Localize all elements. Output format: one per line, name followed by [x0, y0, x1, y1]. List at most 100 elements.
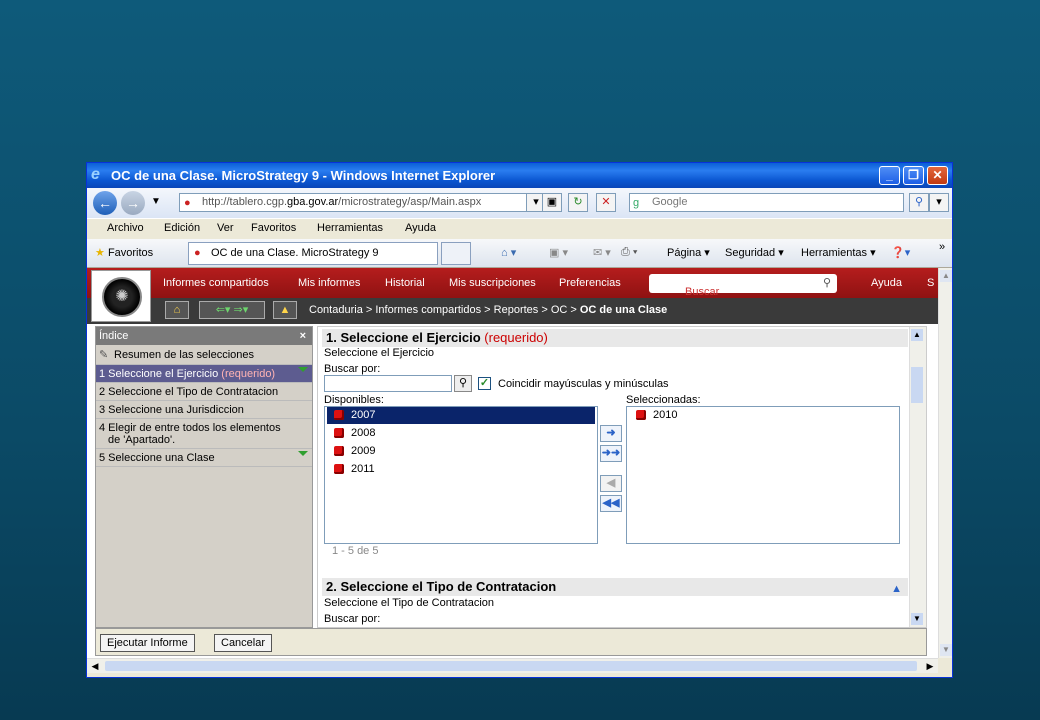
prompt-scrollbar[interactable]: ▲ ▼: [909, 327, 926, 627]
compat-view-button[interactable]: ▣: [542, 193, 562, 212]
tools-menu[interactable]: Herramientas ▾: [801, 246, 876, 259]
index-item-clase[interactable]: 5 Seleccione una Clase: [96, 449, 312, 467]
cancel-button[interactable]: Cancelar: [214, 634, 273, 652]
back-forward-buttons[interactable]: ⇐▾ ⇒▾: [199, 301, 265, 319]
cube-icon: [334, 446, 344, 456]
search-box[interactable]: g Google: [629, 193, 904, 212]
add-button[interactable]: ➜: [600, 425, 622, 442]
page-horizontal-scrollbar[interactable]: ◀ ▶: [87, 658, 938, 673]
collapse-icon[interactable]: ▲: [891, 580, 902, 598]
list-item-label: 2007: [351, 409, 376, 421]
list-item[interactable]: 2011: [327, 461, 595, 478]
nav-extra[interactable]: S: [927, 277, 934, 289]
available-listbox[interactable]: 2007 2008 2009 2011: [324, 406, 598, 544]
remove-button[interactable]: ◀: [600, 475, 622, 492]
remove-all-button[interactable]: ◀◀: [600, 495, 622, 512]
search-icon[interactable]: ⚲: [909, 193, 929, 212]
browser-window: e OC de una Clase. MicroStrategy 9 - Win…: [86, 162, 953, 678]
security-menu[interactable]: Seguridad ▾: [725, 246, 784, 259]
run-report-button[interactable]: Ejecutar Informe: [100, 634, 195, 652]
index-item-summary[interactable]: ✎ Resumen de las selecciones: [96, 346, 312, 365]
nav-mis-suscripciones[interactable]: Mis suscripciones: [449, 277, 536, 289]
breadcrumb: Contaduria > Informes compartidos > Repo…: [309, 304, 667, 316]
selected-label: Seleccionadas:: [626, 394, 701, 406]
nav-mis-informes[interactable]: Mis informes: [298, 277, 360, 289]
site-icon: ●: [184, 197, 191, 209]
scroll-thumb[interactable]: [911, 367, 923, 403]
page-vertical-scrollbar[interactable]: ▲ ▼: [938, 268, 952, 658]
stop-button[interactable]: ✕: [596, 193, 616, 212]
menu-favoritos[interactable]: Favoritos: [251, 222, 296, 234]
search-options-button[interactable]: ▾: [929, 193, 949, 212]
flag-icon: [298, 451, 308, 456]
list-item[interactable]: 2010: [629, 407, 897, 424]
close-button[interactable]: ✕: [927, 166, 948, 185]
home-icon[interactable]: ⌂ ▾: [501, 246, 516, 259]
menu-archivo[interactable]: Archivo: [107, 222, 144, 234]
search-placeholder: Google: [652, 196, 688, 208]
menu-ayuda[interactable]: Ayuda: [405, 222, 436, 234]
folder-up-button[interactable]: ▲: [273, 301, 297, 319]
nav-historial[interactable]: Historial: [385, 277, 425, 289]
favorites-button[interactable]: ★ Favoritos: [95, 246, 153, 259]
history-dropdown-icon[interactable]: ▼: [151, 196, 161, 207]
scroll-left-icon[interactable]: ◀: [89, 660, 101, 672]
new-tab-button[interactable]: [441, 242, 471, 265]
mail-icon[interactable]: ✉ ▾: [593, 246, 611, 259]
feeds-icon[interactable]: ▣ ▾: [549, 246, 568, 259]
edit-icon: ✎: [99, 349, 109, 361]
tab-title: OC de una Clase. MicroStrategy 9: [211, 247, 379, 259]
app-search-input[interactable]: Buscar ⚲: [649, 274, 837, 298]
page-menu[interactable]: Página ▾: [667, 246, 710, 259]
h-scroll-thumb[interactable]: [105, 661, 917, 671]
list-item-label: 2008: [351, 427, 376, 439]
scroll-up-icon[interactable]: ▲: [940, 270, 952, 282]
favorites-label: Favoritos: [107, 247, 154, 259]
search-input[interactable]: [324, 375, 452, 392]
list-item[interactable]: 2009: [327, 443, 595, 460]
index-item-label: 2 Seleccione el Tipo de Contratacion: [99, 386, 279, 398]
match-case-checkbox[interactable]: ✓: [478, 377, 491, 390]
paging-text: 1 - 5 de 5: [332, 545, 379, 557]
minimize-button[interactable]: _: [879, 166, 900, 185]
chevron-more-icon[interactable]: »: [939, 241, 945, 253]
scroll-down-icon[interactable]: ▼: [940, 644, 952, 656]
menu-ver[interactable]: Ver: [217, 222, 234, 234]
print-icon[interactable]: ⎙ ▾: [621, 246, 637, 259]
menu-herramientas[interactable]: Herramientas: [317, 222, 383, 234]
index-header: Índice ×: [96, 327, 312, 345]
restore-button[interactable]: ❐: [903, 166, 924, 185]
match-case-label: Coincidir mayúsculas y minúsculas: [498, 378, 669, 390]
scroll-right-icon[interactable]: ▶: [924, 660, 936, 672]
nav-preferencias[interactable]: Preferencias: [559, 277, 621, 289]
list-item[interactable]: 2008: [327, 425, 595, 442]
index-item-required: (requerido): [221, 368, 276, 380]
refresh-button[interactable]: ↻: [568, 193, 588, 212]
index-close-button[interactable]: ×: [300, 327, 306, 345]
nav-ayuda[interactable]: Ayuda: [871, 277, 902, 289]
search-icon[interactable]: ⚲: [454, 375, 472, 392]
back-button[interactable]: ←: [93, 191, 117, 215]
menu-edicion[interactable]: Edición: [164, 222, 200, 234]
search-icon[interactable]: ⚲: [823, 274, 831, 293]
add-all-button[interactable]: ➜➜: [600, 445, 622, 462]
help-icon[interactable]: ❓▾: [891, 246, 910, 259]
nav-informes-compartidos[interactable]: Informes compartidos: [163, 277, 269, 289]
scroll-up-icon[interactable]: ▲: [911, 329, 923, 341]
index-item-jurisdiccion[interactable]: 3 Seleccione una Jurisdiccion: [96, 401, 312, 419]
breadcrumb-path[interactable]: Contaduria > Informes compartidos > Repo…: [309, 304, 580, 316]
selected-listbox[interactable]: 2010: [626, 406, 900, 544]
url-suffix: /microstrategy/asp/Main.aspx: [338, 196, 482, 208]
home-button[interactable]: ⌂: [165, 301, 189, 319]
list-item[interactable]: 2007: [327, 407, 595, 424]
scroll-down-icon[interactable]: ▼: [911, 613, 923, 625]
address-bar[interactable]: ● http://tablero.cgp.gba.gov.ar/microstr…: [179, 193, 532, 212]
tab-active[interactable]: ● OC de una Clase. MicroStrategy 9: [188, 242, 438, 265]
cube-icon: [636, 410, 646, 420]
forward-button[interactable]: →: [121, 191, 145, 215]
index-item-apartado[interactable]: 4 Elegir de entre todos los elementos de…: [96, 419, 312, 449]
ie-logo-icon: e: [91, 166, 100, 183]
index-item-tipo[interactable]: 2 Seleccione el Tipo de Contratacion: [96, 383, 312, 401]
index-item-ejercicio[interactable]: 1 Seleccione el Ejercicio (requerido): [96, 365, 312, 383]
section1-header: 1. Seleccione el Ejercicio (requerido): [322, 329, 908, 347]
